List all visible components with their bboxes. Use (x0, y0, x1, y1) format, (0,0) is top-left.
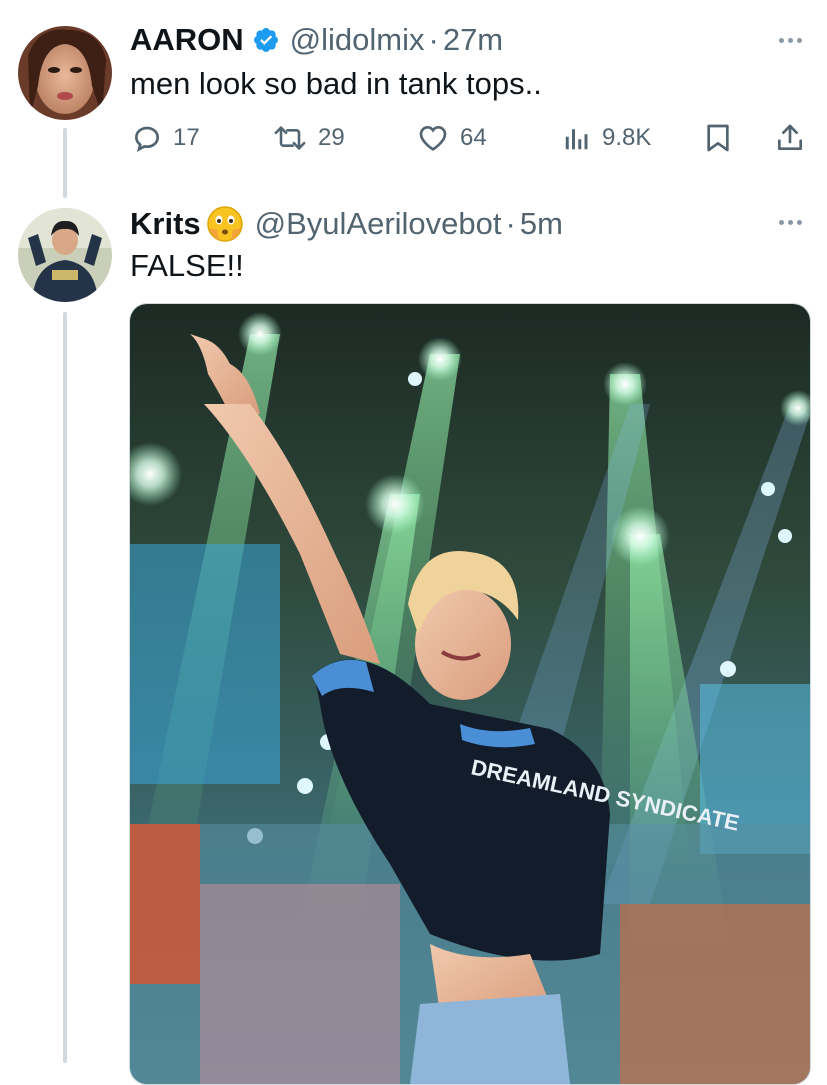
thread-line-2 (63, 312, 67, 1063)
like-icon (416, 122, 450, 154)
timestamp[interactable]: 5m (520, 206, 563, 242)
handle[interactable]: @ByulAerilovebot (255, 206, 502, 242)
tweet-text: FALSE!! (130, 248, 244, 283)
avatar-aaron[interactable] (18, 26, 112, 120)
bookmark-icon (704, 122, 732, 154)
display-name[interactable]: AARON (130, 22, 244, 58)
retweet-icon (272, 122, 308, 154)
reply-icon (131, 122, 163, 154)
views-count: 9.8K (602, 124, 652, 151)
share-button[interactable] (774, 122, 806, 154)
share-icon (774, 122, 806, 154)
thread-line-1 (63, 128, 67, 198)
bookmark-button[interactable] (704, 122, 732, 154)
retweet-count: 29 (318, 124, 345, 151)
flushed-emoji-icon (205, 204, 245, 244)
tweet-text: men look so bad in tank tops.. (130, 66, 542, 101)
avatar-krits[interactable] (18, 208, 112, 302)
verified-badge-icon (252, 26, 280, 54)
views-button[interactable]: 9.8K (562, 122, 651, 154)
more-icon[interactable] (779, 220, 802, 225)
separator: · (505, 206, 516, 241)
like-count: 64 (460, 124, 487, 151)
views-icon (562, 122, 592, 154)
tweet-media-photo[interactable]: DREAMLAND SYNDICATE (129, 303, 811, 1085)
separator: · (428, 22, 439, 57)
retweet-button[interactable]: 29 (272, 122, 345, 154)
display-name[interactable]: Krits (130, 206, 201, 242)
more-icon[interactable] (779, 38, 802, 43)
reply-button[interactable]: 17 (131, 122, 200, 154)
handle[interactable]: @lidolmix (290, 22, 425, 58)
timestamp[interactable]: 27m (443, 22, 503, 58)
like-button[interactable]: 64 (416, 122, 487, 154)
reply-count: 17 (173, 124, 200, 151)
